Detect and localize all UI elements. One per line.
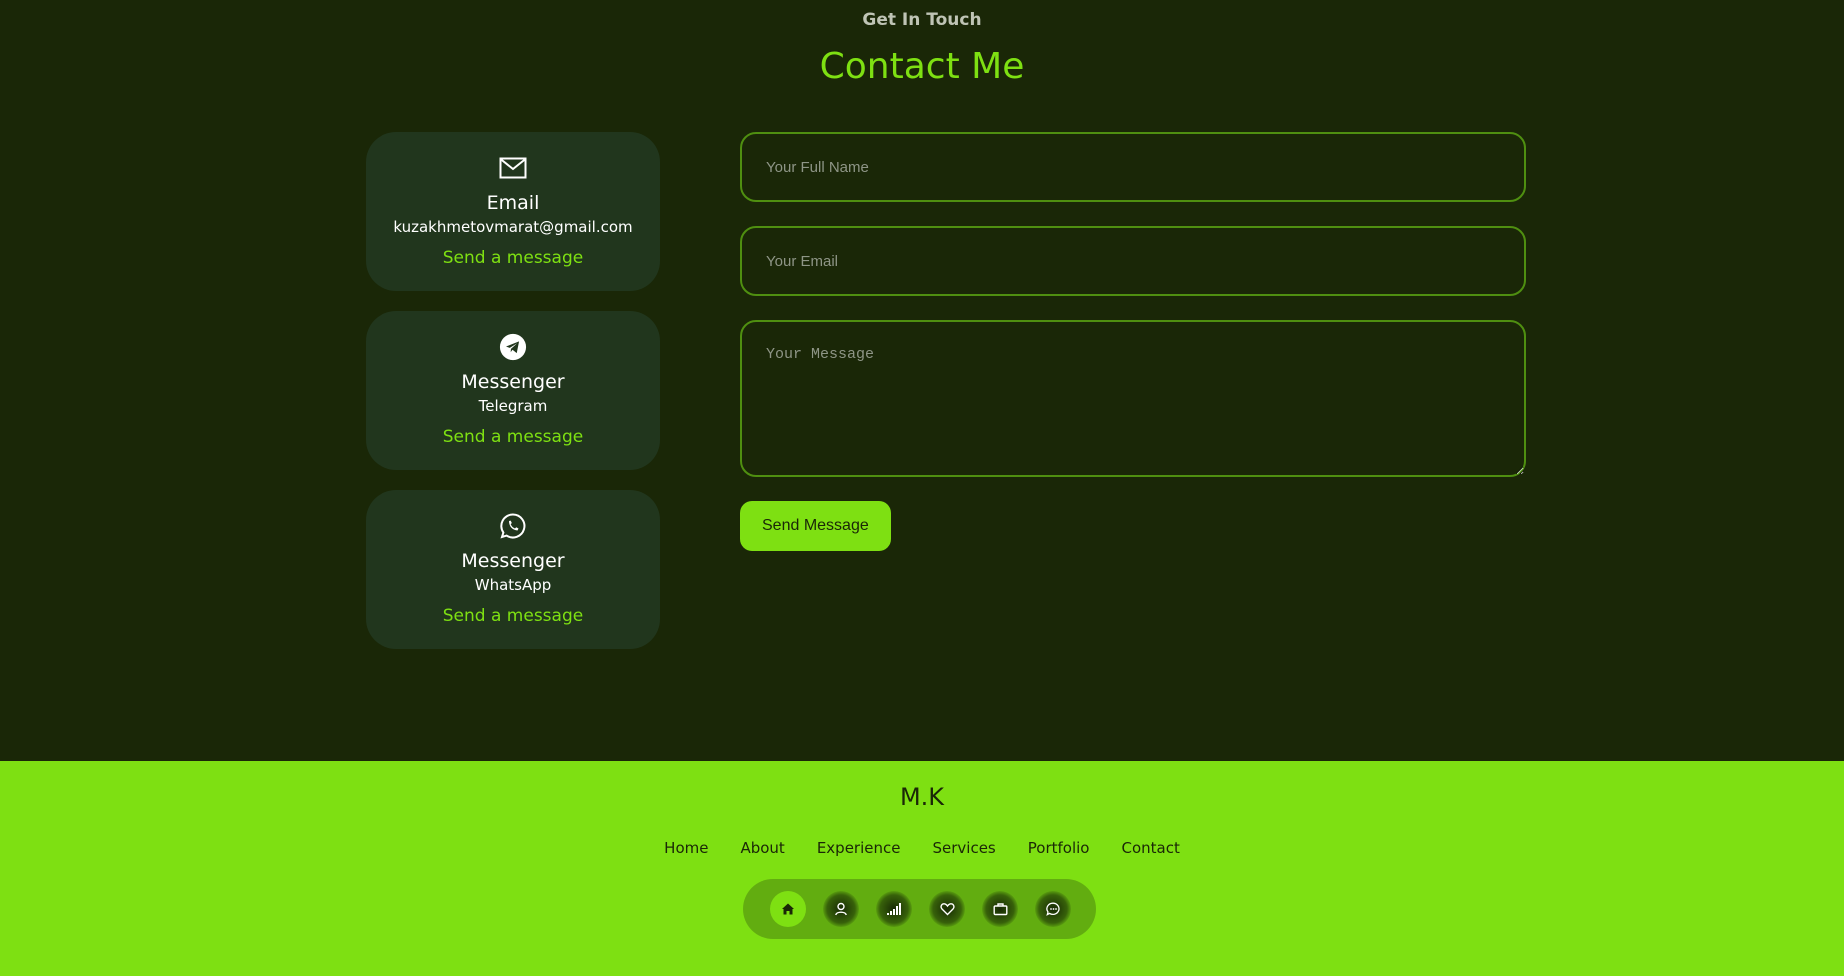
contact-card-title: Email	[486, 192, 540, 214]
footer-logo[interactable]: M.K	[0, 783, 1844, 811]
heart-icon	[939, 903, 955, 916]
full-name-input[interactable]	[740, 132, 1526, 202]
footer-link-experience[interactable]: Experience	[817, 839, 901, 857]
footer-link-home[interactable]: Home	[664, 839, 708, 857]
contact-card-email: Email kuzakhmetovmarat@gmail.com Send a …	[366, 132, 660, 291]
contact-card-title: Messenger	[461, 371, 565, 393]
dock-contact-button[interactable]	[1035, 891, 1071, 927]
section-heading: Contact Me	[819, 46, 1025, 87]
contact-card-telegram: Messenger Telegram Send a message	[366, 311, 660, 470]
footer-link-contact[interactable]: Contact	[1121, 839, 1179, 857]
page: Get In Touch Contact Me Email kuzakhmeto…	[0, 0, 1844, 976]
chat-icon	[1045, 902, 1060, 916]
dock-about-button[interactable]	[823, 891, 859, 927]
send-message-button[interactable]: Send Message	[740, 501, 891, 551]
section-subtitle: Get In Touch	[862, 10, 982, 30]
dock-portfolio-button[interactable]	[982, 891, 1018, 927]
send-telegram-link[interactable]: Send a message	[443, 427, 583, 447]
footer-link-services[interactable]: Services	[932, 839, 995, 857]
dock-experience-button[interactable]	[876, 891, 912, 927]
dock-services-button[interactable]	[929, 891, 965, 927]
envelope-icon	[499, 154, 527, 182]
contact-form: Send Message	[740, 132, 1526, 551]
footer: M.K Home About Experience Services Portf…	[0, 761, 1844, 976]
contact-card-whatsapp: Messenger WhatsApp Send a message	[366, 490, 660, 649]
contact-options: Email kuzakhmetovmarat@gmail.com Send a …	[366, 132, 660, 669]
dock-home-button[interactable]	[770, 891, 806, 927]
contact-card-title: Messenger	[461, 550, 565, 572]
user-icon	[835, 902, 847, 916]
message-textarea[interactable]	[740, 320, 1526, 477]
home-icon	[782, 903, 794, 915]
whatsapp-icon	[499, 512, 527, 540]
signal-icon	[887, 903, 901, 915]
email-input[interactable]	[740, 226, 1526, 296]
contact-card-value: kuzakhmetovmarat@gmail.com	[393, 218, 633, 236]
footer-link-about[interactable]: About	[740, 839, 784, 857]
contact-section: Get In Touch Contact Me Email kuzakhmeto…	[0, 0, 1844, 761]
send-email-link[interactable]: Send a message	[443, 248, 583, 268]
send-whatsapp-link[interactable]: Send a message	[443, 606, 583, 626]
contact-card-value: WhatsApp	[474, 576, 552, 594]
floating-nav-dock	[743, 879, 1096, 939]
telegram-icon	[499, 333, 527, 361]
footer-nav: Home About Experience Services Portfolio…	[0, 839, 1844, 857]
footer-link-portfolio[interactable]: Portfolio	[1028, 839, 1090, 857]
briefcase-icon	[993, 903, 1008, 916]
contact-card-value: Telegram	[478, 397, 548, 415]
